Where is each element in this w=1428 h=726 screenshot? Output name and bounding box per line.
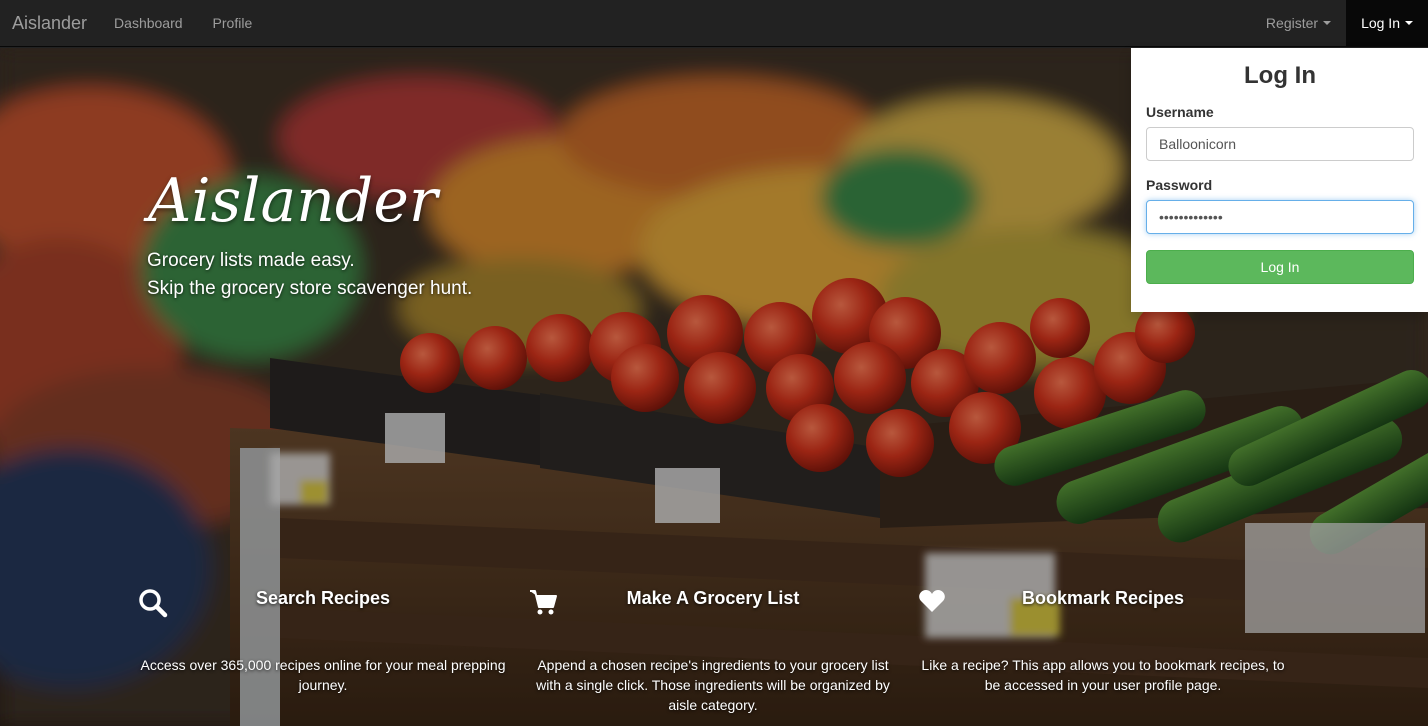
top-navbar: Aislander Dashboard Profile Register Log… <box>0 0 1428 47</box>
caret-down-icon <box>1405 21 1413 25</box>
feature-title: Search Recipes <box>255 588 391 608</box>
hero-title: Aislander <box>148 166 438 236</box>
password-label: Password <box>1146 177 1213 193</box>
username-label: Username <box>1146 104 1214 120</box>
login-dropdown-panel: Log In Username Password Log In <box>1131 48 1428 312</box>
nav-dashboard[interactable]: Dashboard <box>99 0 198 47</box>
search-icon <box>138 589 508 649</box>
feature-bookmark-recipes: Bookmark Recipes Like a recipe? This app… <box>918 588 1288 695</box>
feature-description: Like a recipe? This app allows you to bo… <box>921 657 1285 693</box>
shopping-cart-icon <box>528 590 898 649</box>
feature-make-grocery-list: Make A Grocery List Append a chosen reci… <box>528 588 898 715</box>
register-dropdown[interactable]: Register <box>1251 0 1346 47</box>
hero-subtitle-line-1: Grocery lists made easy. <box>147 250 355 271</box>
login-label: Log In <box>1361 14 1400 31</box>
feature-search-recipes: Search Recipes Access over 365,000 recip… <box>138 588 508 695</box>
nav-profile[interactable]: Profile <box>198 0 268 47</box>
brand-link[interactable]: Aislander <box>0 0 99 47</box>
feature-title: Bookmark Recipes <box>1021 588 1185 608</box>
login-dropdown[interactable]: Log In <box>1346 0 1428 47</box>
username-input[interactable] <box>1146 127 1414 161</box>
hero-subtitle-line-2: Skip the grocery store scavenger hunt. <box>147 278 473 299</box>
register-label: Register <box>1265 14 1319 31</box>
feature-title: Make A Grocery List <box>626 588 800 608</box>
feature-description: Append a chosen recipe's ingredients to … <box>536 657 890 713</box>
heart-icon <box>918 590 1288 649</box>
login-panel-title: Log In <box>1244 62 1316 89</box>
password-input[interactable] <box>1146 200 1414 234</box>
caret-down-icon <box>1323 21 1332 25</box>
login-submit-button[interactable]: Log In <box>1146 250 1414 284</box>
feature-description: Access over 365,000 recipes online for y… <box>140 657 506 693</box>
